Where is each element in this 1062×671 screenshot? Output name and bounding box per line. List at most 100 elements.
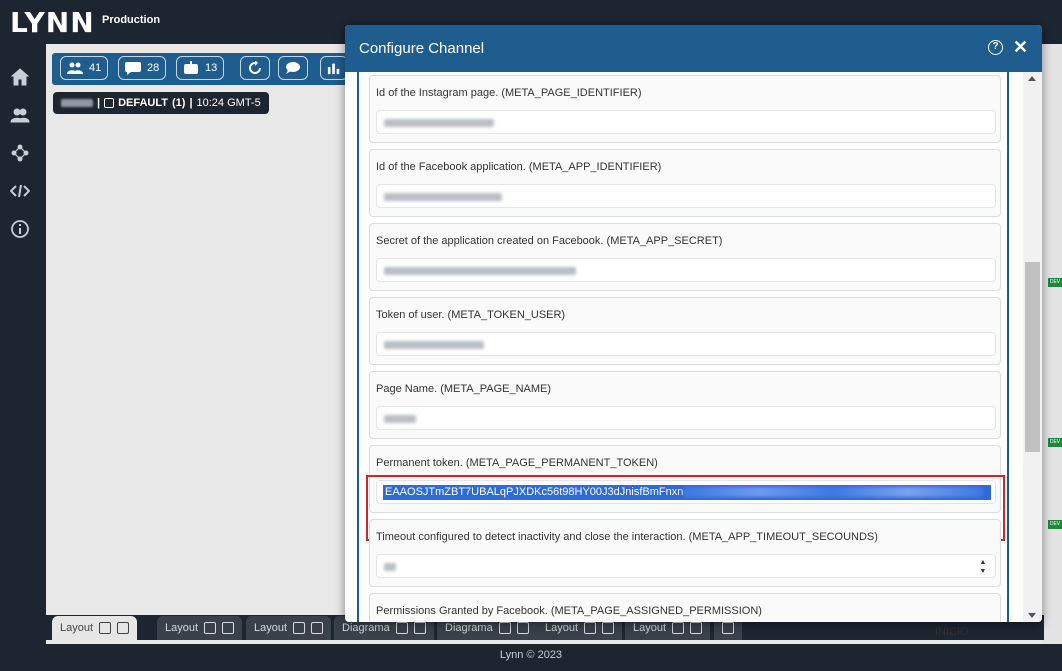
bot-icon xyxy=(184,61,198,74)
edit-icon[interactable] xyxy=(204,622,217,634)
tab-label: Diagrama xyxy=(342,622,390,634)
refresh-button[interactable] xyxy=(240,56,270,80)
blurred-value xyxy=(384,415,416,423)
edit-icon[interactable] xyxy=(584,622,597,634)
refresh-icon xyxy=(249,61,261,74)
blurred-user xyxy=(61,99,93,107)
help-icon[interactable]: ? xyxy=(988,40,1003,55)
field-label: Permissions Granted by Facebook. (META_P… xyxy=(376,605,762,617)
trash-icon[interactable] xyxy=(311,622,324,634)
message-button[interactable] xyxy=(278,56,308,80)
info-icon[interactable] xyxy=(10,219,30,239)
dev-badge: DEV xyxy=(1048,520,1062,529)
workspace-toolbar: 41 28 13 xyxy=(52,53,352,85)
dialog-scrollbar[interactable] xyxy=(1023,72,1042,622)
agents-button[interactable]: 41 xyxy=(60,56,109,80)
status-time: 10:24 GMT-5 xyxy=(196,97,261,109)
tab-layout[interactable]: Layout xyxy=(52,616,138,640)
dev-badge: DEV xyxy=(1048,278,1062,287)
scroll-up-arrow[interactable] xyxy=(1028,76,1036,81)
blurred-value xyxy=(384,563,396,571)
start-node-label: INICIO xyxy=(935,626,969,638)
tab-label: Layout xyxy=(633,622,667,634)
field-label: Token of user. (META_TOKEN_USER) xyxy=(376,309,566,321)
app-logo: LYNN xyxy=(10,6,95,39)
trash-icon[interactable] xyxy=(117,622,130,634)
trash-icon[interactable] xyxy=(602,622,615,634)
environment-label: Production xyxy=(102,14,161,26)
app-secret-input[interactable] xyxy=(376,258,996,282)
trash-icon[interactable] xyxy=(222,622,235,634)
timeout-input[interactable]: ▲ ▼ xyxy=(376,554,996,578)
tab-label: Layout xyxy=(165,622,199,634)
close-icon[interactable]: ✕ xyxy=(1013,37,1028,58)
scroll-thumb[interactable] xyxy=(1025,262,1040,452)
dev-badge: DEV xyxy=(1048,438,1062,447)
field-label: Secret of the application created on Fac… xyxy=(376,235,723,247)
chat-icon xyxy=(125,62,141,75)
bots-button[interactable]: 13 xyxy=(176,56,225,80)
blurred-value xyxy=(384,267,576,275)
conversations-button[interactable]: 28 xyxy=(118,56,167,80)
field-page-name: Page Name. (META_PAGE_NAME) xyxy=(369,371,1001,439)
code-icon[interactable] xyxy=(9,181,31,201)
field-permissions: Permissions Granted by Facebook. (META_P… xyxy=(369,593,1001,622)
edit-icon[interactable] xyxy=(498,622,511,634)
field-app-secret: Secret of the application created on Fac… xyxy=(369,223,1001,291)
network-icon xyxy=(104,98,115,108)
field-label: Timeout configured to detect inactivity … xyxy=(376,531,878,543)
page-identifier-input[interactable] xyxy=(376,110,996,134)
dialog-body: Id of the Instagram page. (META_PAGE_IDE… xyxy=(357,72,1009,622)
field-app-identifier: Id of the Facebook application. (META_AP… xyxy=(369,149,1001,217)
tab-layout[interactable]: Layout xyxy=(157,616,243,640)
chart-button[interactable] xyxy=(320,56,348,80)
trash-icon[interactable] xyxy=(413,622,426,634)
field-token-user: Token of user. (META_TOKEN_USER) xyxy=(369,297,1001,365)
edit-icon[interactable] xyxy=(293,622,306,634)
blurred-value xyxy=(384,119,494,127)
conversations-count: 28 xyxy=(147,62,160,74)
home-icon[interactable] xyxy=(10,67,30,87)
tab-label: Layout xyxy=(545,622,579,634)
field-label: Permanent token. (META_PAGE_PERMANENT_TO… xyxy=(376,457,658,469)
trash-icon[interactable] xyxy=(690,622,703,634)
add-icon xyxy=(722,622,734,634)
edit-icon[interactable] xyxy=(395,622,408,634)
status-separator: | xyxy=(97,97,101,109)
footer: Lynn © 2023 xyxy=(0,645,1062,671)
field-label: Page Name. (META_PAGE_NAME) xyxy=(376,383,552,395)
right-edge-panel xyxy=(1043,44,1062,644)
users-icon xyxy=(67,62,83,74)
edit-icon[interactable] xyxy=(672,622,685,634)
users-icon[interactable] xyxy=(10,105,30,125)
queue-status: | DEFAULT (1) | 10:24 GMT-5 xyxy=(53,92,269,114)
field-timeout: Timeout configured to detect inactivity … xyxy=(369,519,1001,587)
field-label: Id of the Instagram page. (META_PAGE_IDE… xyxy=(376,87,642,99)
field-label: Id of the Facebook application. (META_AP… xyxy=(376,161,662,173)
message-icon xyxy=(286,62,300,74)
queue-name: DEFAULT xyxy=(118,97,168,109)
scroll-down-arrow[interactable] xyxy=(1028,613,1036,618)
tab-layout[interactable]: Layout xyxy=(246,616,332,640)
blurred-value xyxy=(384,341,484,349)
chart-icon xyxy=(327,63,340,75)
token-user-input[interactable] xyxy=(376,332,996,356)
dialog-title: Configure Channel xyxy=(359,40,485,57)
number-stepper[interactable]: ▲ ▼ xyxy=(975,558,991,576)
dialog-header: Configure Channel ? ✕ xyxy=(345,25,1042,72)
tab-label: Layout xyxy=(60,622,94,634)
tab-label: Layout xyxy=(254,622,288,634)
queue-count: (1) xyxy=(171,97,186,109)
status-separator: | xyxy=(189,97,193,109)
blurred-value xyxy=(384,193,502,201)
tab-label: Diagrama xyxy=(445,622,493,634)
app-identifier-input[interactable] xyxy=(376,184,996,208)
trash-icon[interactable] xyxy=(516,622,529,634)
field-page-identifier: Id of the Instagram page. (META_PAGE_IDE… xyxy=(369,75,1001,143)
edit-icon[interactable] xyxy=(99,622,112,634)
flow-icon[interactable] xyxy=(10,143,30,163)
page-name-input[interactable] xyxy=(376,406,996,430)
configure-channel-dialog: Configure Channel ? ✕ Id of the Instagra… xyxy=(345,25,1042,622)
bots-count: 13 xyxy=(205,62,218,74)
agents-count: 41 xyxy=(89,62,102,74)
